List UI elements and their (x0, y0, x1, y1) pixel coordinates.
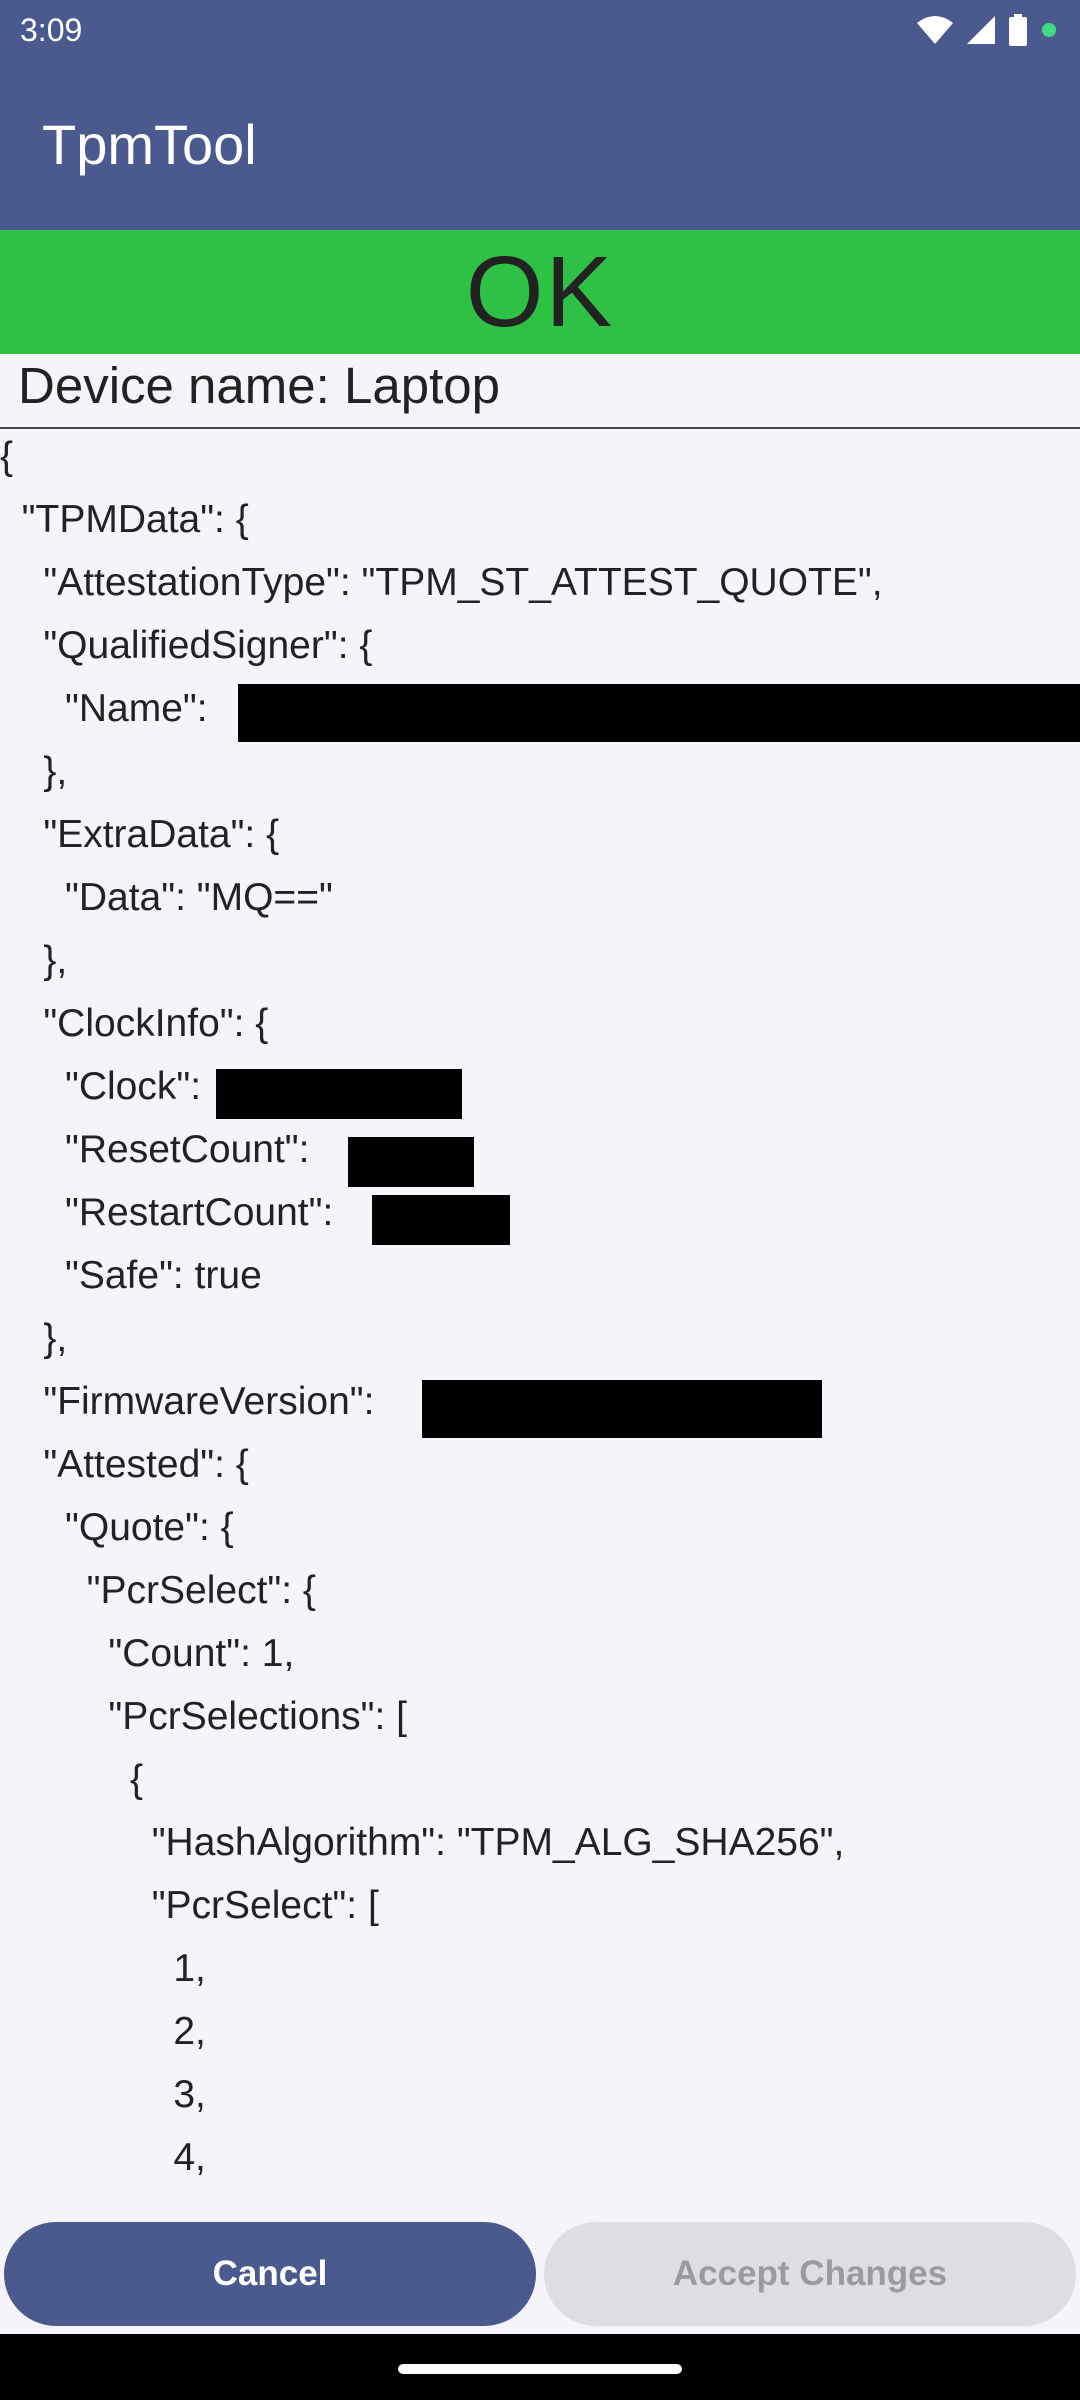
home-handle[interactable] (398, 2364, 682, 2374)
app-title: TpmTool (42, 113, 257, 176)
json-line: }, (0, 1317, 68, 1360)
redacted-restart-count (372, 1195, 510, 1245)
redacted-clock (216, 1069, 462, 1119)
dot-indicator-icon (1042, 23, 1056, 37)
json-line: }, (0, 939, 68, 982)
status-banner-text: OK (465, 235, 615, 348)
redacted-firmware-version (422, 1380, 822, 1438)
json-line: "RestartCount": (0, 1191, 334, 1234)
json-line: "PcrSelect": { (0, 1569, 316, 1612)
json-line: "PcrSelections": [ (0, 1695, 407, 1738)
json-line: { (0, 435, 14, 478)
json-line: "Clock": (0, 1065, 202, 1108)
battery-icon (1009, 14, 1027, 46)
status-banner: OK (0, 230, 1080, 354)
json-line: 3, (0, 2073, 206, 2116)
json-line: "Quote": { (0, 1506, 234, 1549)
json-line: "Data": "MQ==" (0, 876, 333, 919)
cancel-button[interactable]: Cancel (4, 2222, 536, 2326)
json-line: { (0, 1758, 144, 1801)
json-line: "Safe": true (0, 1254, 262, 1297)
signal-icon (967, 16, 995, 44)
status-icons (916, 14, 1058, 46)
json-line: 1, (0, 1947, 206, 1990)
accept-changes-button[interactable]: Accept Changes (544, 2222, 1076, 2326)
json-content[interactable]: { "TPMData": { "AttestationType": "TPM_S… (0, 431, 1080, 2211)
wifi-icon (917, 16, 953, 44)
status-bar: 3:09 (0, 0, 1080, 62)
json-line: "ExtraData": { (0, 813, 280, 856)
json-line: 2, (0, 2010, 206, 2053)
json-line: "ResetCount": (0, 1128, 321, 1171)
redacted-name (238, 684, 1080, 742)
divider (0, 427, 1080, 429)
json-line: "Name": (0, 687, 219, 730)
json-line: "HashAlgorithm": "TPM_ALG_SHA256", (0, 1821, 845, 1864)
status-time: 3:09 (20, 12, 83, 48)
json-line: "QualifiedSigner": { (0, 624, 373, 667)
json-line: 4, (0, 2136, 206, 2179)
device-name-label: Device name: Laptop (18, 357, 500, 414)
navigation-bar (0, 2334, 1080, 2400)
json-line: "ClockInfo": { (0, 1002, 269, 1045)
json-line: "FirmwareVersion": (0, 1380, 375, 1423)
json-line: "Attested": { (0, 1443, 249, 1486)
json-line: "AttestationType": "TPM_ST_ATTEST_QUOTE"… (0, 561, 883, 604)
redacted-reset-count (348, 1137, 474, 1187)
json-line: "Count": 1, (0, 1632, 295, 1675)
json-line: "PcrSelect": [ (0, 1884, 379, 1927)
app-bar: TpmTool (0, 62, 1080, 230)
json-line: }, (0, 750, 68, 793)
json-line: "TPMData": { (0, 498, 249, 541)
